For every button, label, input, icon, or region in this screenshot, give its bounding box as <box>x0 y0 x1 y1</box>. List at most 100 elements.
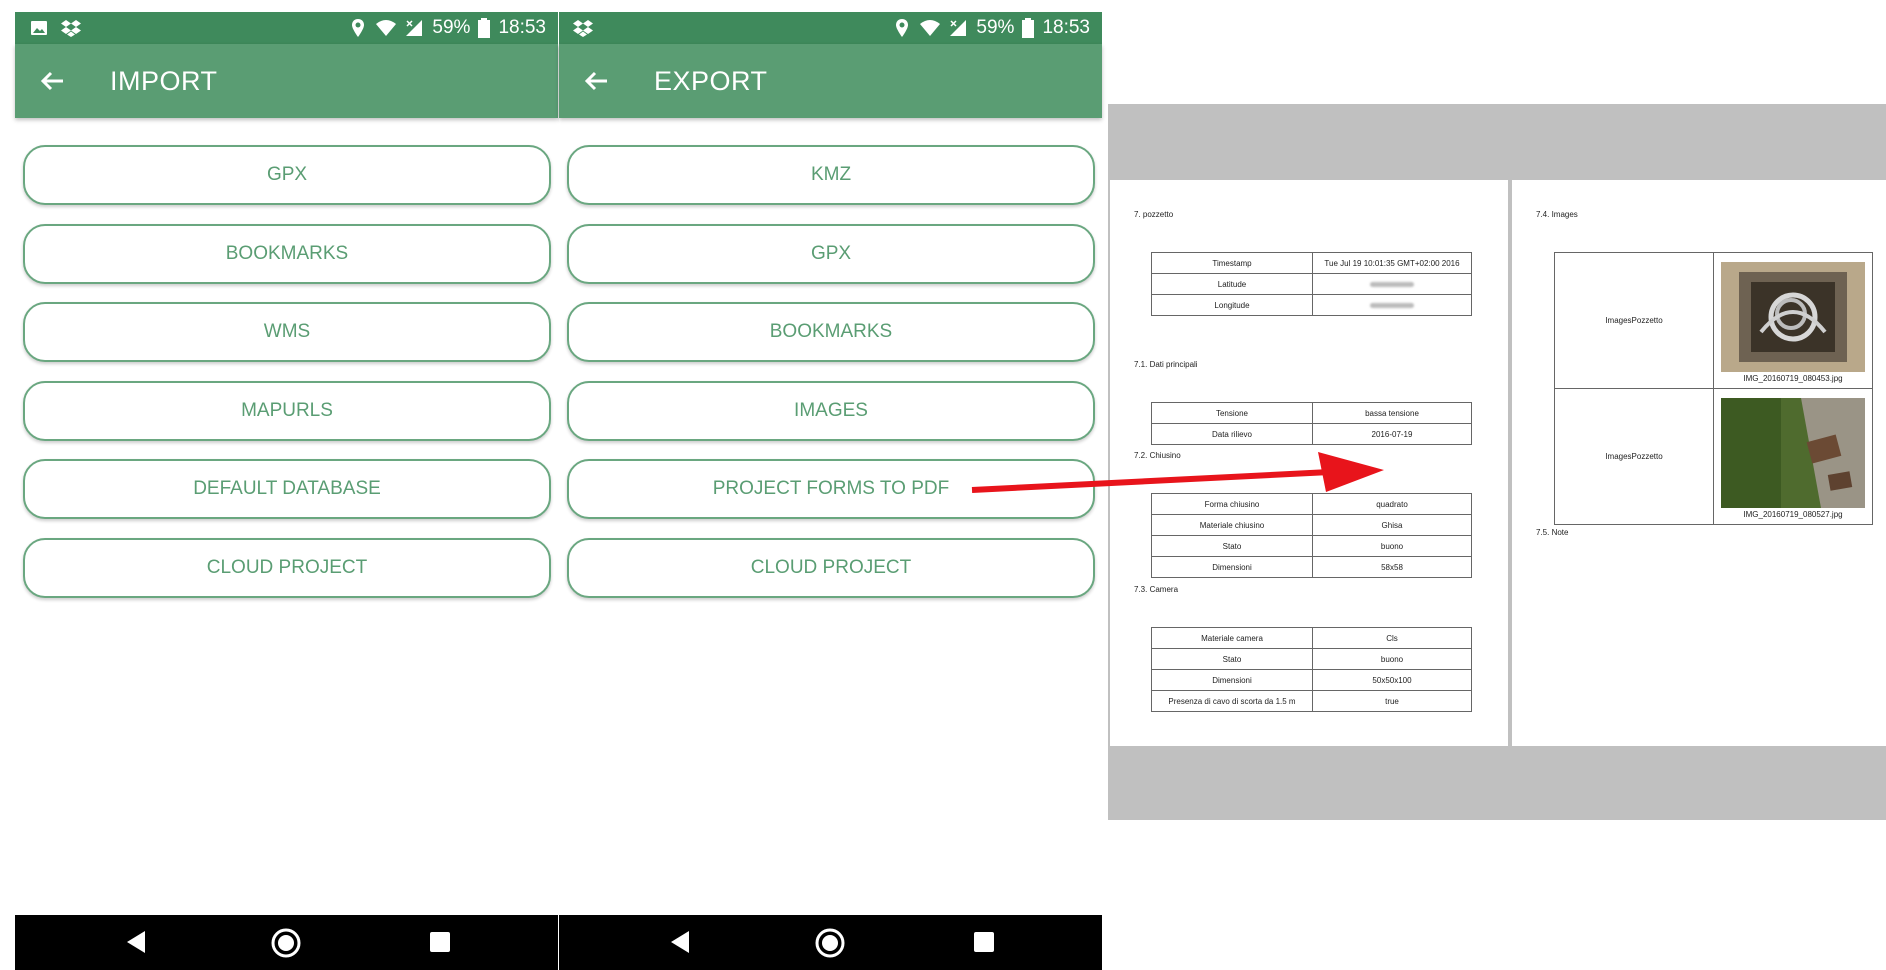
table-key: Dimensioni <box>1151 556 1313 578</box>
export-gpx-button[interactable]: GPX <box>567 223 1095 284</box>
table-key: Stato <box>1151 535 1313 557</box>
signal-icon <box>950 20 967 36</box>
export-bookmarks-button[interactable]: BOOKMARKS <box>567 302 1095 362</box>
image-label: ImagesPozzetto <box>1554 252 1714 389</box>
table-key: Materiale camera <box>1151 627 1313 649</box>
pdf-page: 7.4. Images ImagesPozzetto IMG_20160719_… <box>1512 180 1886 746</box>
table-row: ImagesPozzetto IMG_20160719_080453.jpg <box>1554 252 1873 389</box>
table-row: Stato buono <box>1151 648 1472 670</box>
nav-back-icon[interactable] <box>123 927 149 957</box>
table-row: Data rilievo 2016-07-19 <box>1151 423 1472 445</box>
import-screen: 59% 18:53 IMPORT GPX BOOKMARKS WMS MAPUR… <box>15 12 558 970</box>
nav-home-icon[interactable] <box>270 927 302 959</box>
back-arrow-icon[interactable] <box>581 66 611 96</box>
table-row: Stato buono <box>1151 535 1472 557</box>
location-icon <box>896 19 909 37</box>
image-caption: IMG_20160719_080527.jpg <box>1743 510 1843 519</box>
battery-icon <box>478 18 491 38</box>
image-label: ImagesPozzetto <box>1554 388 1714 525</box>
section-heading: 7.2. Chiusino <box>1134 451 1181 460</box>
table-row: Dimensioni 50x50x100 <box>1151 669 1472 691</box>
table-row: Forma chiusino quadrato <box>1151 493 1472 515</box>
wifi-icon <box>920 20 941 36</box>
table-row: Tensione bassa tensione <box>1151 402 1472 424</box>
export-project-forms-pdf-button[interactable]: PROJECT FORMS TO PDF <box>567 459 1095 519</box>
section-heading: 7.1. Dati principali <box>1134 360 1198 369</box>
export-cloud-project-button[interactable]: CLOUD PROJECT <box>567 537 1095 598</box>
nav-recents-icon[interactable] <box>972 927 996 957</box>
table-key: Latitude <box>1151 273 1313 295</box>
image-cell: IMG_20160719_080453.jpg <box>1713 252 1873 389</box>
image-icon <box>31 21 47 35</box>
app-bar: EXPORT <box>559 44 1102 118</box>
table-value: Ghisa <box>1312 514 1472 536</box>
section-heading: 7. pozzetto <box>1134 210 1174 219</box>
import-gpx-button[interactable]: GPX <box>23 145 551 205</box>
pdf-preview: 7. pozzetto Timestamp Tue Jul 19 10:01:35… <box>1108 104 1886 820</box>
table-row: ImagesPozzetto IMG_20160719_080527.jpg <box>1554 388 1873 525</box>
table-value: Tue Jul 19 10:01:35 GMT+02:00 2016 <box>1312 252 1472 274</box>
back-arrow-icon[interactable] <box>37 66 67 96</box>
table-row: Dimensioni 58x58 <box>1151 556 1472 578</box>
table-row: Presenza di cavo di scorta da 1.5 m true <box>1151 690 1472 712</box>
table-value: buono <box>1312 535 1472 557</box>
dropbox-icon <box>61 20 81 37</box>
export-kmz-button[interactable]: KMZ <box>567 145 1095 205</box>
image-cell: IMG_20160719_080527.jpg <box>1713 388 1873 525</box>
pdf-page: 7. pozzetto Timestamp Tue Jul 19 10:01:35… <box>1110 180 1508 746</box>
nav-back-icon[interactable] <box>667 927 693 957</box>
import-mapurls-button[interactable]: MAPURLS <box>23 380 551 441</box>
photo-street-icon <box>1721 398 1865 508</box>
wifi-icon <box>376 20 397 36</box>
import-wms-button[interactable]: WMS <box>23 302 551 362</box>
section-heading: 7.3. Camera <box>1134 585 1179 594</box>
table-key: Stato <box>1151 648 1313 670</box>
table-row: Timestamp Tue Jul 19 10:01:35 GMT+02:00 2… <box>1151 252 1472 274</box>
dropbox-icon <box>573 20 593 37</box>
table-value: 58x58 <box>1312 556 1472 578</box>
pdf-images-table: ImagesPozzetto IMG_20160719_080453.jpg I… <box>1554 252 1873 525</box>
page-title: IMPORT <box>110 66 218 96</box>
table-key: Data rilievo <box>1151 423 1313 445</box>
table-row: Longitude <box>1151 294 1472 316</box>
pdf-table-dati: Tensione bassa tensione Data rilievo 2016-… <box>1151 402 1472 445</box>
export-button-list: KMZ GPX BOOKMARKS IMAGES PROJECT FORMS T… <box>567 145 1095 616</box>
page-title: EXPORT <box>654 66 768 96</box>
signal-icon <box>406 20 423 36</box>
battery-percentage: 59% <box>432 17 471 38</box>
import-bookmarks-button[interactable]: BOOKMARKS <box>23 223 551 284</box>
table-value: true <box>1312 690 1472 712</box>
status-bar: 59% 18:53 <box>559 12 1102 44</box>
navigation-bar <box>15 915 558 970</box>
table-value: 50x50x100 <box>1312 669 1472 691</box>
battery-percentage: 59% <box>976 17 1015 38</box>
section-heading: 7.4. Images <box>1536 210 1578 219</box>
table-key: Forma chiusino <box>1151 493 1313 515</box>
blurred-value <box>1312 273 1472 295</box>
table-key: Dimensioni <box>1151 669 1313 691</box>
table-value: quadrato <box>1312 493 1472 515</box>
pdf-table-main: Timestamp Tue Jul 19 10:01:35 GMT+02:00 2… <box>1151 252 1472 316</box>
table-row: Latitude <box>1151 273 1472 295</box>
table-key: Presenza di cavo di scorta da 1.5 m <box>1151 690 1313 712</box>
export-images-button[interactable]: IMAGES <box>567 380 1095 441</box>
import-button-list: GPX BOOKMARKS WMS MAPURLS DEFAULT DATABA… <box>23 145 551 616</box>
clock: 18:53 <box>1042 17 1090 38</box>
table-row: Materiale chiusino Ghisa <box>1151 514 1472 536</box>
table-value: buono <box>1312 648 1472 670</box>
blurred-value <box>1312 294 1472 316</box>
app-bar: IMPORT <box>15 44 558 118</box>
table-row: Materiale camera Cls <box>1151 627 1472 649</box>
nav-home-icon[interactable] <box>814 927 846 959</box>
pdf-table-chiusino: Forma chiusino quadrato Materiale chiusin… <box>1151 493 1472 578</box>
location-icon <box>352 19 365 37</box>
table-value: bassa tensione <box>1312 402 1472 424</box>
clock: 18:53 <box>498 17 546 38</box>
table-value: Cls <box>1312 627 1472 649</box>
table-value: 2016-07-19 <box>1312 423 1472 445</box>
import-default-database-button[interactable]: DEFAULT DATABASE <box>23 459 551 519</box>
nav-recents-icon[interactable] <box>428 927 452 957</box>
table-key: Timestamp <box>1151 252 1313 274</box>
import-cloud-project-button[interactable]: CLOUD PROJECT <box>23 537 551 598</box>
table-key: Tensione <box>1151 402 1313 424</box>
